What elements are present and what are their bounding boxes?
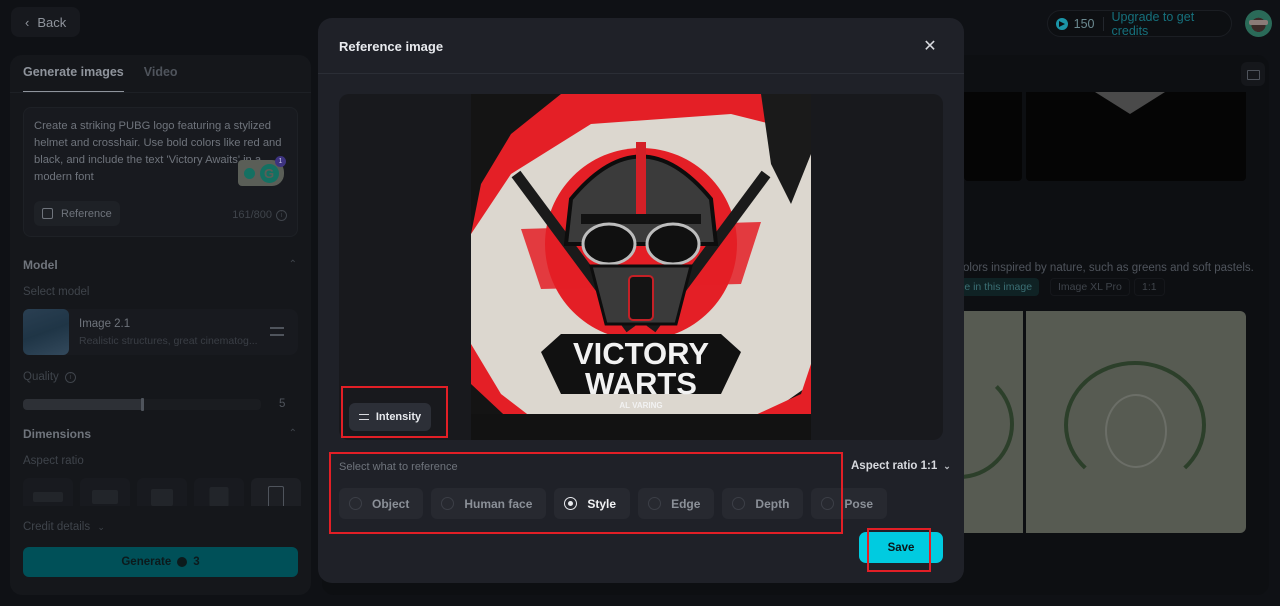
option-label: Pose [844, 496, 874, 511]
highlight-reference-options [329, 452, 843, 534]
model-section-title: Model [23, 258, 58, 272]
generate-button[interactable]: Generate 3 [23, 547, 298, 577]
credit-icon [1056, 17, 1068, 30]
model-description: Realistic structures, great cinematog... [79, 335, 258, 347]
folder-icon[interactable] [1241, 62, 1265, 86]
quality-slider-fill [23, 399, 142, 410]
quality-slider-handle[interactable] [141, 398, 144, 411]
ratio-chip: 1:1 [1134, 278, 1165, 296]
lightbulb-icon [243, 167, 255, 179]
chevron-down-icon: ⌄ [943, 460, 951, 471]
settings-sliders-icon[interactable] [270, 324, 284, 338]
notification-badge: 1 [275, 156, 286, 167]
quality-value: 5 [279, 398, 286, 410]
reference-artwork: VICTORY WARTS AL VARING [471, 94, 811, 440]
model-thumbnail [23, 309, 69, 355]
user-avatar[interactable] [1245, 10, 1272, 37]
image-add-icon [42, 208, 53, 219]
modal-title: Reference image [339, 39, 444, 54]
gallery-image[interactable] [1026, 311, 1246, 533]
select-model-label: Select model [23, 286, 90, 298]
credits-count: 150 [1073, 16, 1095, 31]
aspect-ratio-shape-icon [209, 487, 229, 506]
gallery-thumbnail[interactable] [964, 92, 1022, 181]
aspect-ratio-dropdown[interactable]: Aspect ratio 1:1 ⌄ [851, 460, 951, 472]
aspect-ratio-option[interactable] [251, 478, 301, 506]
aspect-ratio-shape-icon [92, 490, 118, 504]
model-chip: Image XL Pro [1050, 278, 1130, 296]
dimensions-section-title: Dimensions [23, 427, 92, 441]
credits-pill[interactable]: 150 Upgrade to get credits [1047, 10, 1232, 38]
generate-label: Generate [121, 556, 172, 568]
aspect-ratio-options [23, 478, 301, 506]
grammarly-icon: G [259, 163, 279, 183]
artwork-subtitle: AL VARING [619, 401, 662, 410]
divider [1102, 16, 1104, 31]
logo-shape [1095, 92, 1165, 114]
gallery-prompt-text: olors inspired by nature, such as greens… [963, 262, 1254, 274]
aspect-ratio-option[interactable] [194, 478, 244, 506]
artwork-title-line2: WARTS [585, 366, 697, 401]
model-name: Image 2.1 [79, 318, 131, 330]
aspect-ratio-shape-icon [151, 488, 173, 506]
info-icon[interactable]: i [64, 371, 76, 383]
credit-details-toggle[interactable]: Credit details ⌄ [23, 521, 105, 533]
aspect-ratio-shape-icon [268, 486, 284, 506]
close-icon[interactable]: ✕ [922, 38, 938, 55]
highlight-save [867, 528, 931, 572]
char-counter: 161/800 i [232, 209, 287, 221]
chevron-left-icon: ‹ [25, 14, 30, 30]
aspect-ratio-label: Aspect ratio 1:1 [851, 460, 938, 472]
char-count-value: 161/800 [232, 209, 272, 221]
app-page: ‹ Back 150 Upgrade to get credits Genera… [0, 0, 1280, 606]
generate-cost: 3 [193, 556, 200, 568]
tabs-divider [10, 92, 311, 93]
quality-slider[interactable] [23, 398, 261, 411]
quality-label-row: Quality i [23, 371, 76, 383]
upgrade-link[interactable]: Upgrade to get credits [1111, 10, 1231, 38]
reference-label: Reference [61, 207, 112, 220]
monogram-shape [1105, 394, 1167, 468]
tab-generate-images[interactable]: Generate images [23, 65, 124, 93]
back-label: Back [37, 14, 67, 30]
reference-button[interactable]: Reference [34, 201, 120, 226]
aspect-ratio-option[interactable] [23, 478, 73, 506]
back-button[interactable]: ‹ Back [11, 7, 80, 37]
gallery-image[interactable] [904, 311, 1023, 533]
mode-tabs: Generate images Video [23, 65, 178, 93]
generation-panel: Generate images Video Create a striking … [10, 55, 311, 595]
modal-divider [318, 73, 964, 74]
aspect-ratio-shape-icon [33, 492, 63, 502]
grammarly-widget[interactable]: G 1 [238, 156, 286, 186]
credit-details-label: Credit details [23, 521, 91, 533]
highlight-intensity [341, 386, 448, 438]
chevron-down-icon: ⌄ [97, 522, 105, 532]
chevron-up-icon[interactable]: ⌃ [289, 259, 297, 270]
aspect-ratio-option[interactable] [137, 478, 187, 506]
reference-image: VICTORY WARTS AL VARING [471, 94, 811, 440]
model-selector[interactable]: Image 2.1 Realistic structures, great ci… [23, 309, 298, 355]
quality-label: Quality [23, 371, 59, 383]
aspect-ratio-option[interactable] [80, 478, 130, 506]
tab-video[interactable]: Video [144, 65, 178, 93]
aspect-ratio-label: Aspect ratio [23, 455, 84, 467]
credit-icon [177, 557, 188, 567]
chevron-up-icon[interactable]: ⌃ [289, 428, 297, 439]
info-icon[interactable]: i [276, 209, 287, 221]
